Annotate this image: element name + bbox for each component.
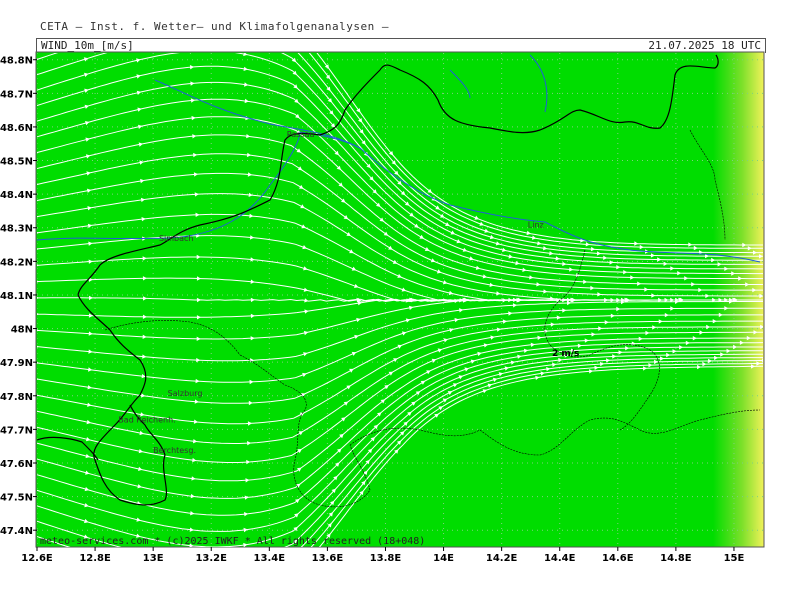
city-label: Berchtesg. xyxy=(153,446,196,455)
lat-tick-label: 47.8N xyxy=(0,392,33,403)
streamline-arrowhead xyxy=(84,12,89,16)
streamline-arrowhead xyxy=(243,596,247,600)
lon-tick-label: 13.4E xyxy=(254,553,286,564)
streamline-arrowhead xyxy=(136,0,140,3)
lon-tick-label: 13.6E xyxy=(312,553,344,564)
streamline-arrowhead xyxy=(765,258,769,262)
lon-tick-label: 12.8E xyxy=(79,553,111,564)
streamline-arrowhead xyxy=(136,565,140,569)
lat-tick-label: 47.6N xyxy=(0,459,33,470)
streamline-arrowhead xyxy=(243,24,247,28)
streamline-arrowhead xyxy=(243,0,248,3)
lat-tick-label: 48.8N xyxy=(0,56,33,67)
streamline-arrowhead xyxy=(291,23,296,27)
streamline-arrowhead xyxy=(189,559,193,563)
streamline-arrowhead xyxy=(190,5,194,9)
lat-tick-label: 48.6N xyxy=(0,123,33,134)
lon-tick-label: 14.2E xyxy=(486,553,518,564)
streamline-arrowhead xyxy=(773,298,777,302)
streamline-arrowhead xyxy=(32,44,37,48)
streamline-arrowhead xyxy=(32,593,37,597)
latitude-axis: 48.8N 48.7N 48.6N 48.5N 48.4N 48.3N 48.2N 48.1N… xyxy=(0,56,37,537)
streamline xyxy=(0,568,123,600)
streamline-arrowhead xyxy=(136,43,140,47)
lon-tick-label: 14.4E xyxy=(544,553,576,564)
streamline-arrowhead xyxy=(32,29,37,33)
lon-tick-label: 14E xyxy=(433,553,454,564)
lat-tick-label: 48N xyxy=(11,325,33,336)
footer-credit: meteo-services.com * (c)2025 IWKF * All … xyxy=(40,536,425,547)
streamline xyxy=(0,583,71,600)
city-label: Passau xyxy=(287,130,315,139)
streamline-arrowhead xyxy=(32,548,37,552)
streamline-arrowhead xyxy=(136,580,140,584)
streamline-arrowhead xyxy=(84,565,89,569)
lat-tick-label: 48.4N xyxy=(0,190,33,201)
streamline-arrowhead xyxy=(291,33,296,37)
longitude-axis: 12.6E 12.8E 13E 13.2E 13.4E 13.6E 13.8E 14E 14.2… xyxy=(21,547,745,564)
streamline-arrowhead xyxy=(136,28,140,32)
streamline-arrowhead xyxy=(84,595,89,599)
streamline-arrowhead xyxy=(291,574,295,578)
lat-tick-label: 47.9N xyxy=(0,358,33,369)
lat-tick-label: 48.2N xyxy=(0,257,33,268)
streamline-arrowhead xyxy=(84,27,89,31)
streamline-arrowhead xyxy=(772,262,776,266)
streamline-arrowhead xyxy=(32,14,37,18)
streamline-arrowhead xyxy=(190,20,194,24)
streamline-arrowhead xyxy=(243,11,248,15)
streamline-arrowhead xyxy=(189,588,193,592)
lat-tick-label: 47.7N xyxy=(0,425,33,436)
streamline xyxy=(0,0,111,28)
streamline-arrowhead xyxy=(136,594,140,598)
lat-tick-label: 47.4N xyxy=(0,526,33,537)
streamline-arrowhead xyxy=(767,319,771,323)
city-label: Bad Reichenh. xyxy=(118,416,175,425)
lat-tick-label: 48.7N xyxy=(0,89,33,100)
streamline-arrowhead xyxy=(32,578,37,582)
lat-tick-label: 47.5N xyxy=(0,493,33,504)
streamline-arrowhead xyxy=(136,13,140,17)
streamline-arrowhead xyxy=(243,584,247,588)
city-label: Simbach xyxy=(159,234,194,243)
lon-tick-label: 15E xyxy=(724,553,745,564)
streamline-arrowhead xyxy=(766,298,770,302)
streamline-arrowhead xyxy=(84,0,89,2)
streamline-arrowhead xyxy=(291,46,295,50)
lat-tick-label: 48.1N xyxy=(0,291,33,302)
city-label: Salzburg xyxy=(168,389,203,398)
lon-tick-label: 14.6E xyxy=(602,553,634,564)
lon-tick-label: 14.8E xyxy=(660,553,692,564)
lat-tick-label: 48.3N xyxy=(0,224,33,235)
lat-tick-label: 48.5N xyxy=(0,157,33,168)
streamline-arrowhead xyxy=(292,563,296,567)
streamline-arrowhead xyxy=(190,34,194,38)
lon-tick-label: 12.6E xyxy=(21,553,53,564)
streamline-arrowhead xyxy=(243,38,247,42)
streamline-arrowhead xyxy=(243,571,247,575)
streamline-arrowhead xyxy=(189,574,193,578)
streamline-arrowhead xyxy=(136,549,140,553)
reference-arrow-label: 2 m/s xyxy=(552,349,579,359)
streamline-arrowhead xyxy=(84,42,88,46)
streamline-arrowhead xyxy=(292,552,296,556)
streamline-arrowhead xyxy=(774,352,778,356)
streamline-arrowhead xyxy=(243,557,247,561)
lon-tick-label: 13E xyxy=(143,553,164,564)
streamline-arrowhead xyxy=(32,0,36,3)
streamline-arrowhead xyxy=(773,313,777,317)
wind-map: Passau Linz Simbach Salzburg Bad Reichenh. Be… xyxy=(0,0,778,600)
streamline-arrowhead xyxy=(84,580,89,584)
city-label: Linz xyxy=(528,221,544,230)
lon-tick-label: 13.2E xyxy=(195,553,227,564)
streamline-arrowhead xyxy=(768,355,772,359)
streamline xyxy=(0,0,60,13)
lon-tick-label: 13.8E xyxy=(370,553,402,564)
